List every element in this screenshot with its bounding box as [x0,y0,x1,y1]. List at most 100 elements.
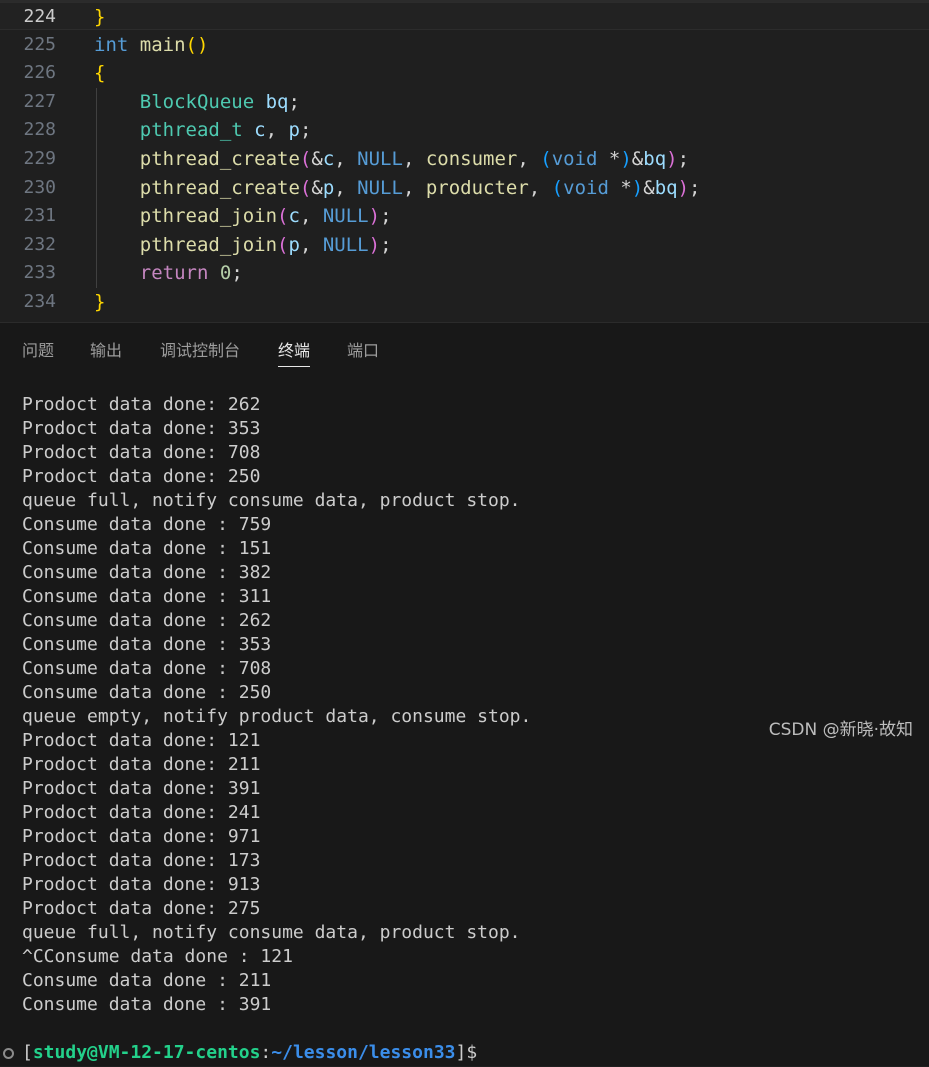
terminal-line: Prodoct data done: 913 [22,874,261,895]
prompt-bracket-open: [ [22,1042,33,1063]
terminal-line: Consume data done : 708 [22,658,272,679]
prompt-path: ~/lesson/lesson33 [271,1042,456,1063]
terminal-line: Prodoct data done: 173 [22,850,261,871]
code-text: BlockQueue bq; [94,88,300,116]
tab-terminal[interactable]: 终端 [278,339,311,367]
active-tab-indicator [278,366,311,367]
code-token: p [322,176,335,199]
code-token: & [311,148,323,170]
terminal-output[interactable]: Prodoct data done: 262 Prodoct data done:… [22,393,531,1017]
code-line[interactable]: 232 pthread_join(p, NULL); [0,231,929,259]
line-number: 227 [23,90,56,112]
watermark: CSDN @新晓·故知 [768,720,913,740]
tab-label: 端口 [347,341,380,360]
code-token: void [563,176,609,199]
code-token: } [94,291,106,313]
prompt-colon: : [260,1042,272,1063]
code-token: producter [425,176,529,199]
code-line[interactable]: 227 BlockQueue bq; [0,88,929,116]
line-number: 228 [23,119,56,141]
line-number: 224 [23,6,56,27]
terminal-line: Prodoct data done: 275 [22,898,261,919]
tab-output[interactable]: 输出 [90,339,122,363]
terminal-line: Consume data done : 311 [22,586,272,607]
code-token: ( [299,176,312,199]
tab-ports[interactable]: 端口 [347,339,379,363]
tab-problems[interactable]: 问题 [22,339,54,363]
code-text: return 0; [94,259,243,287]
code-token: ; [380,205,392,228]
terminal-line: Prodoct data done: 250 [22,466,261,487]
code-token: c [254,119,266,142]
code-token: pthread_create [139,176,300,199]
code-line[interactable]: 225 int main() [0,31,929,59]
code-token: bq [654,176,678,199]
code-token: , [517,148,541,170]
terminal-line: Consume data done : 382 [22,562,272,583]
code-text: int main() [94,31,208,59]
prompt-bracket-close: ]$ [455,1042,478,1063]
code-token: consumer [425,148,518,170]
code-token: pthread_join [139,205,278,228]
code-text: } [94,288,105,316]
code-line[interactable]: 224} [0,2,929,30]
tab-label: 调试控制台 [160,341,241,360]
code-text: { [94,59,105,87]
terminal-line: Consume data done : 250 [22,682,272,703]
code-token: ; [299,119,312,142]
code-token: , [402,176,426,199]
code-token: p [288,119,300,142]
code-token: { [94,62,106,85]
line-number: 233 [23,262,56,284]
code-token: ) [666,148,678,170]
code-line[interactable]: 230 pthread_create(&p, NULL, producter, … [0,174,929,202]
command-decoration-icon[interactable] [3,1048,14,1059]
tab-debug-console[interactable]: 调试控制台 [160,339,240,363]
code-token: int [94,33,129,56]
code-token: & [631,148,644,170]
code-line[interactable]: 234} [0,288,929,316]
code-text: pthread_create(&c, NULL, consumer, (void… [94,145,689,173]
terminal-line: Consume data done : 211 [22,970,272,991]
code-token: , [528,176,552,199]
line-number: 229 [23,148,56,169]
terminal-line: Consume data done : 353 [22,634,272,655]
code-token: bq [265,90,289,113]
terminal-line: Prodoct data done: 353 [22,418,261,439]
terminal-line: Consume data done : 262 [22,610,272,631]
line-number: 232 [23,233,56,255]
terminal-prompt-row[interactable]: [study@VM-12-17-centos:~/lesson/lesson33… [0,1039,929,1067]
terminal-line: Prodoct data done: 262 [22,394,261,415]
code-token: , [334,176,358,199]
code-line[interactable]: 233 return 0; [0,259,929,287]
code-text: pthread_join(p, NULL); [94,231,392,259]
code-line[interactable]: 228 pthread_t c, p; [0,116,929,144]
terminal-line: queue empty, notify product data, consum… [22,706,532,727]
code-token: bq [643,148,667,170]
code-line[interactable]: 226 { [0,59,929,87]
code-text: pthread_join(c, NULL); [94,202,392,230]
code-token: pthread_t [139,119,243,142]
code-line[interactable]: 229 pthread_create(&c, NULL, consumer, (… [0,145,929,173]
code-text: pthread_t c, p; [94,116,312,144]
code-token: , [299,205,323,228]
code-token: BlockQueue [139,90,255,113]
code-token: ( [299,148,312,170]
code-token: return [139,262,209,285]
code-token: ; [677,148,690,170]
code-editor[interactable]: 224} 225 int main() 226{227 BlockQueue bq; 2… [0,0,929,322]
code-token: * [608,176,632,199]
terminal-line: queue full, notify consume data, product… [22,922,521,943]
code-token: ( [277,233,289,256]
code-token: ; [689,176,701,199]
code-text: } [94,3,105,31]
code-token: & [311,176,323,199]
code-line[interactable]: 231 pthread_join(c, NULL); [0,202,929,230]
terminal-line: Prodoct data done: 241 [22,802,261,823]
tab-label: 终端 [278,341,311,360]
